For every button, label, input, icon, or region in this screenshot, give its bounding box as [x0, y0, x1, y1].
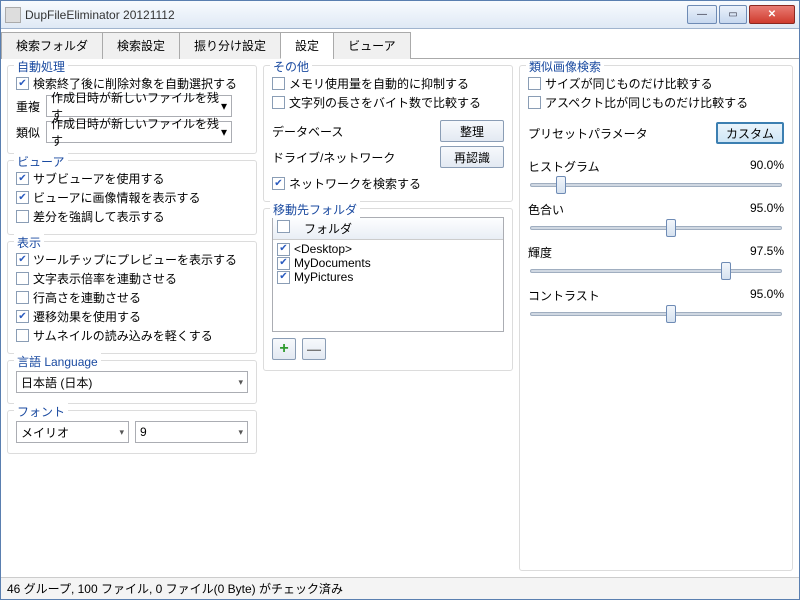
check-text-scale[interactable]	[16, 272, 29, 285]
slider-histogram[interactable]	[530, 183, 782, 187]
group-viewer-title: ビューア	[14, 153, 68, 170]
group-similar-title: 類似画像検索	[526, 59, 604, 75]
folder-list: フォルダ <Desktop> MyDocuments MyPictures	[272, 217, 504, 332]
slider-hue[interactable]	[530, 226, 782, 230]
group-auto: 自動処理 検索終了後に削除対象を自動選択する 重複 作成日時が新しいファイルを残…	[7, 65, 257, 154]
tab-bar: 検索フォルダ 検索設定 振り分け設定 設定 ビューア	[1, 29, 799, 59]
slider-brightness-value: 97.5%	[750, 244, 784, 261]
folder-check[interactable]	[277, 243, 290, 256]
window-title: DupFileEliminator 20121112	[25, 8, 687, 22]
check-same-size[interactable]	[528, 77, 541, 90]
group-other: その他 メモリ使用量を自動的に抑制する 文字列の長さをバイト数で比較する データ…	[263, 65, 513, 202]
group-font: フォント メイリオ▾ 9▾	[7, 410, 257, 454]
group-font-title: フォント	[14, 403, 68, 420]
app-icon	[5, 7, 21, 23]
folder-row[interactable]: MyDocuments	[277, 256, 499, 270]
check-memory[interactable]	[272, 77, 285, 90]
close-button[interactable]: ✕	[749, 5, 795, 24]
group-movedest-title: 移動先フォルダ	[270, 201, 360, 218]
status-bar: 46 グループ, 100 ファイル, 0 ファイル(0 Byte) がチェック済…	[1, 577, 799, 599]
group-viewer: ビューア サブビューアを使用する ビューアに画像情報を表示する 差分を強調して表…	[7, 160, 257, 235]
app-window: DupFileEliminator 20121112 — ▭ ✕ 検索フォルダ …	[0, 0, 800, 600]
minus-icon: —	[307, 341, 321, 357]
tab-search-settings[interactable]: 検索設定	[102, 32, 180, 59]
net-rescan-button[interactable]: 再認識	[440, 146, 504, 168]
slider-hue-value: 95.0%	[750, 201, 784, 218]
slider-contrast-label: コントラスト	[528, 287, 600, 304]
group-language-title: 言語 Language	[14, 353, 101, 370]
slider-histogram-label: ヒストグラム	[528, 158, 600, 175]
group-display-title: 表示	[14, 234, 44, 251]
sim-label: 類似	[16, 124, 40, 141]
preset-custom-button[interactable]: カスタム	[716, 122, 784, 144]
check-same-aspect[interactable]	[528, 96, 541, 109]
sim-dropdown[interactable]: 作成日時が新しいファイルを残す▾	[46, 121, 232, 143]
folder-row[interactable]: <Desktop>	[277, 242, 499, 256]
check-transition[interactable]	[16, 310, 29, 323]
check-subviewer[interactable]	[16, 172, 29, 185]
folder-list-header: フォルダ	[273, 218, 503, 240]
folder-check[interactable]	[277, 257, 290, 270]
check-search-network[interactable]	[272, 177, 285, 190]
font-name-dropdown[interactable]: メイリオ▾	[16, 421, 129, 443]
check-bytelen[interactable]	[272, 96, 285, 109]
minimize-button[interactable]: —	[687, 5, 717, 24]
remove-folder-button[interactable]: —	[302, 338, 326, 360]
slider-histogram-value: 90.0%	[750, 158, 784, 175]
tab-sort-settings[interactable]: 振り分け設定	[179, 32, 281, 59]
tab-settings[interactable]: 設定	[280, 32, 334, 59]
slider-brightness[interactable]	[530, 269, 782, 273]
font-size-dropdown[interactable]: 9▾	[135, 421, 248, 443]
content-area: 自動処理 検索終了後に削除対象を自動選択する 重複 作成日時が新しいファイルを残…	[1, 59, 799, 577]
group-display: 表示 ツールチップにプレビューを表示する 文字表示倍率を連動させる 行高さを連動…	[7, 241, 257, 354]
tab-search-folder[interactable]: 検索フォルダ	[1, 32, 103, 59]
check-diff-highlight[interactable]	[16, 210, 29, 223]
group-similar: 類似画像検索 サイズが同じものだけ比較する アスペクト比が同じものだけ比較する …	[519, 65, 793, 571]
status-text: 46 グループ, 100 ファイル, 0 ファイル(0 Byte) がチェック済…	[7, 580, 343, 597]
check-auto-select[interactable]	[16, 77, 29, 90]
net-label: ドライブ/ネットワーク	[272, 149, 395, 166]
titlebar: DupFileEliminator 20121112 — ▭ ✕	[1, 1, 799, 29]
slider-contrast[interactable]	[530, 312, 782, 316]
check-row-height[interactable]	[16, 291, 29, 304]
group-language: 言語 Language 日本語 (日本)▾	[7, 360, 257, 404]
dup-dropdown[interactable]: 作成日時が新しいファイルを残す▾	[46, 95, 232, 117]
db-organize-button[interactable]: 整理	[440, 120, 504, 142]
slider-hue-label: 色合い	[528, 201, 564, 218]
language-dropdown[interactable]: 日本語 (日本)▾	[16, 371, 248, 393]
preset-label: プリセットパラメータ	[528, 125, 648, 142]
check-tooltip-preview[interactable]	[16, 253, 29, 266]
add-folder-button[interactable]: +	[272, 338, 296, 360]
folder-row[interactable]: MyPictures	[277, 270, 499, 284]
slider-brightness-label: 輝度	[528, 244, 552, 261]
group-movedest: 移動先フォルダ フォルダ <Desktop> MyDocuments MyPic…	[263, 208, 513, 371]
group-auto-title: 自動処理	[14, 59, 68, 75]
slider-contrast-value: 95.0%	[750, 287, 784, 304]
check-imageinfo[interactable]	[16, 191, 29, 204]
group-other-title: その他	[270, 59, 312, 75]
db-label: データベース	[272, 123, 343, 140]
maximize-button[interactable]: ▭	[719, 5, 747, 24]
folder-check[interactable]	[277, 271, 290, 284]
folder-header-check[interactable]	[277, 220, 290, 233]
plus-icon: +	[279, 340, 288, 358]
tab-viewer[interactable]: ビューア	[333, 32, 411, 59]
dup-label: 重複	[16, 98, 40, 115]
check-thumb-light[interactable]	[16, 329, 29, 342]
folder-col-label: フォルダ	[304, 220, 352, 237]
